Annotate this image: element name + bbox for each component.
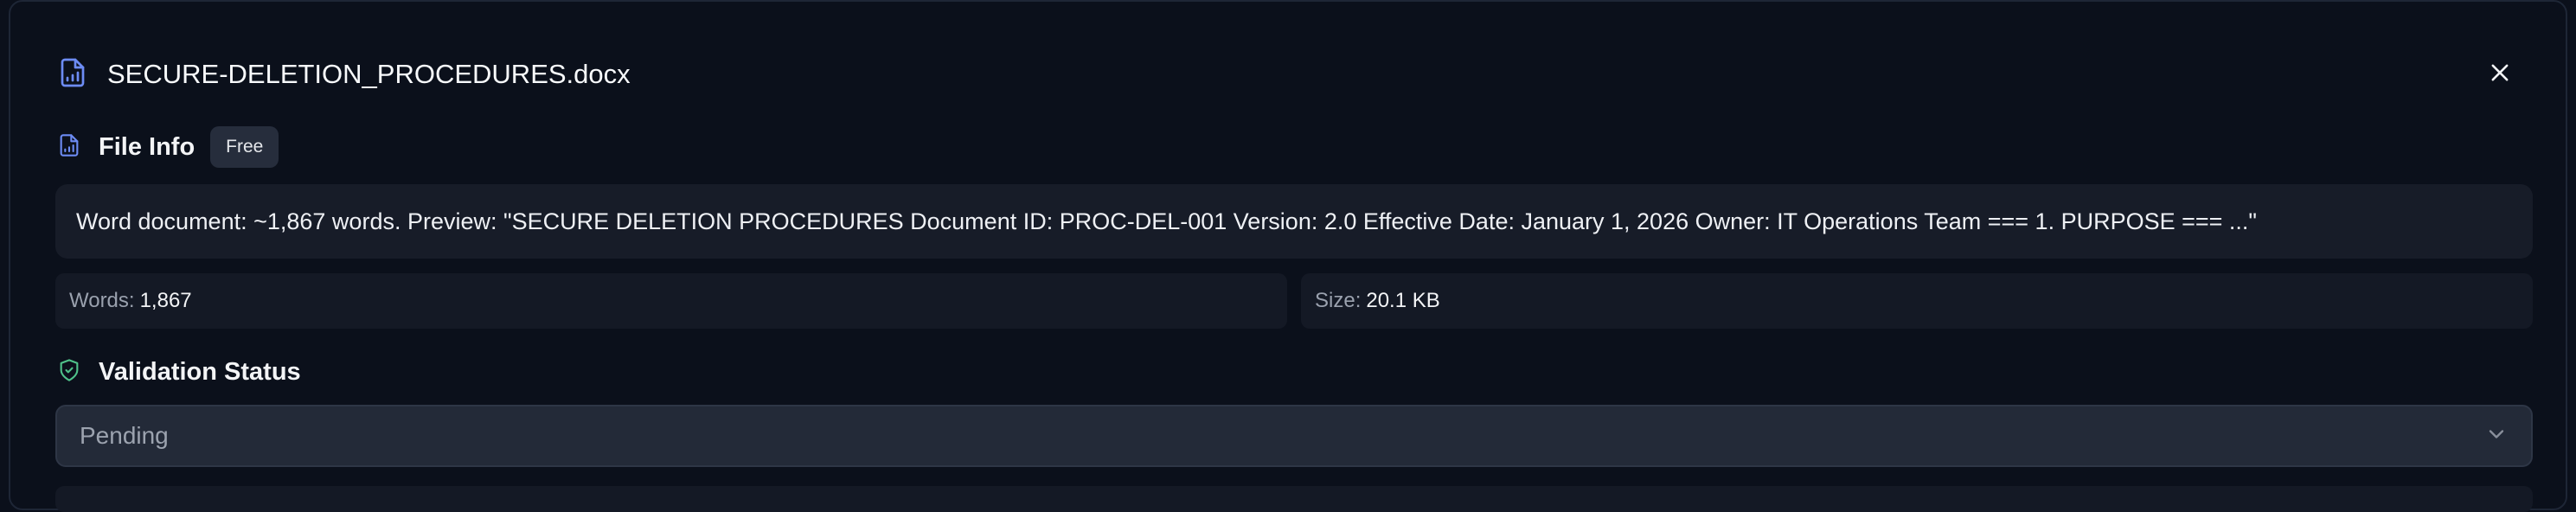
- file-chart-icon: [57, 57, 88, 93]
- file-info-header: File Info Free: [57, 126, 279, 168]
- word-count-label: Words:: [69, 289, 135, 312]
- dialog-title: SECURE-DELETION_PROCEDURES.docx: [107, 59, 631, 89]
- close-icon[interactable]: [2488, 61, 2512, 89]
- file-size-label: Size:: [1315, 289, 1362, 312]
- word-count-value: 1,867: [139, 289, 192, 312]
- dialog-header: SECURE-DELETION_PROCEDURES.docx: [57, 55, 631, 93]
- file-preview-text: Word document: ~1,867 words. Preview: "S…: [55, 184, 2533, 259]
- chevron-down-icon[interactable]: [2484, 422, 2509, 451]
- next-section-edge: [55, 486, 2533, 512]
- close-button[interactable]: [2481, 55, 2519, 93]
- validation-status-value[interactable]: Pending: [80, 422, 169, 450]
- file-size-value: 20.1 KB: [1366, 289, 1440, 312]
- file-info-title: File Info: [99, 132, 195, 161]
- file-details-dialog: SECURE-DELETION_PROCEDURES.docx File Inf…: [9, 0, 2567, 512]
- word-count-stat: Words: 1,867: [55, 273, 1287, 329]
- file-size-stat: Size: 20.1 KB: [1301, 273, 2533, 329]
- validation-header: Validation Status: [57, 358, 301, 387]
- plan-badge: Free: [210, 126, 279, 168]
- validation-title: Validation Status: [99, 358, 301, 386]
- validation-status-select[interactable]: Pending: [55, 405, 2533, 467]
- file-chart-icon: [57, 133, 81, 162]
- shield-icon: [57, 358, 81, 387]
